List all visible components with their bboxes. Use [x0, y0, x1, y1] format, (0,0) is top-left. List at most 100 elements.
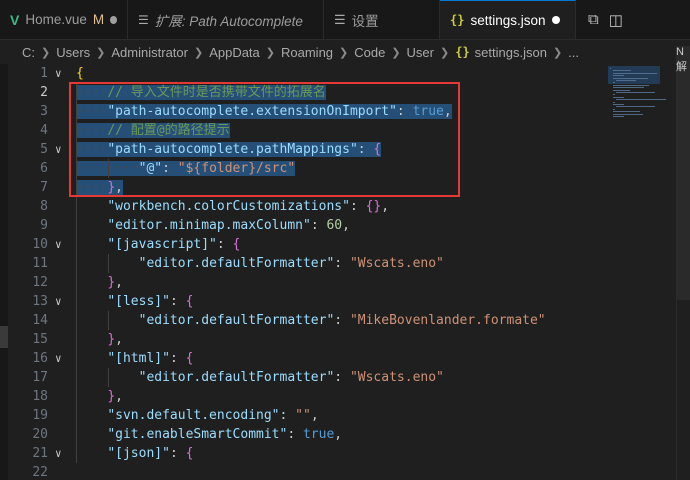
code-content: "workbench.colorCustomizations": {}, [76, 197, 389, 216]
code-token: "MikeBovenlander.formate" [349, 313, 546, 328]
code-token: : [310, 218, 327, 233]
chevron-right-icon: ❯ [193, 46, 204, 59]
code-token: : [169, 446, 186, 461]
code-token: "workbench.colorCustomizations" [107, 199, 350, 214]
code-token: "${folder}/src" [177, 161, 296, 176]
line-number: 1 [40, 66, 48, 81]
code-content: "[json]": { [76, 444, 193, 463]
fold-chevron-icon[interactable]: ∨ [55, 235, 62, 254]
code-token: , [342, 218, 350, 233]
fold-chevron-icon[interactable]: ∨ [55, 292, 62, 311]
fold-chevron-icon[interactable]: ∨ [55, 349, 62, 368]
code-token: , [115, 275, 123, 290]
breadcrumb-segment[interactable]: Roaming [281, 45, 333, 60]
minimap-line [613, 82, 615, 84]
tab-extension-path-autocomplete[interactable]: ☰ 扩展: Path Autocomplete [128, 0, 324, 39]
indent-whitespace: ···· [76, 104, 108, 119]
line-number: 7 [40, 180, 48, 195]
vue-file-icon: V [10, 11, 20, 28]
minimap-line [616, 106, 655, 108]
line-number: 20 [32, 427, 48, 442]
breadcrumb-segment[interactable]: Administrator [111, 45, 188, 60]
minimap[interactable] [600, 64, 676, 480]
line-number: 5 [40, 142, 48, 157]
code-token: true [302, 427, 335, 442]
tab-home-vue[interactable]: V Home.vue M [0, 0, 128, 39]
modified-indicator: M [92, 12, 105, 27]
code-line[interactable]: 2 ····// 导入文件时是否携带文件的拓展名 [0, 83, 600, 102]
breadcrumb-ellipsis[interactable]: ... [568, 45, 579, 60]
code-line[interactable]: 16 ∨ "[html]": { [0, 349, 600, 368]
breadcrumb-segment[interactable]: AppData [209, 45, 260, 60]
breadcrumb-segment[interactable]: Users [56, 45, 90, 60]
code-line[interactable]: 14 "editor.defaultFormatter": "MikeBoven… [0, 311, 600, 330]
line-number: 18 [32, 389, 48, 404]
code-token: { [185, 351, 194, 366]
code-token: // 导入文件时是否携带文件的拓展名 [107, 85, 326, 100]
breadcrumb-segment[interactable]: Code [354, 45, 385, 60]
line-number: 15 [32, 332, 48, 347]
minimap-line [613, 89, 630, 91]
code-editor[interactable]: 1 ∨ {2 ····// 导入文件时是否携带文件的拓展名 3 ····"path-aut… [0, 64, 690, 480]
code-line[interactable]: 4 ····// 配置@的路径提示 [0, 121, 600, 140]
code-token: : [279, 408, 296, 423]
breadcrumb-file[interactable]: settings.json [475, 45, 547, 60]
code-line[interactable]: 3 ····"path-autocomplete.extensionOnImpor… [0, 102, 600, 121]
code-content: "svn.default.encoding": "", [76, 406, 318, 425]
minimap-line [613, 113, 643, 115]
code-line[interactable]: 5 ∨ ····"path-autocomplete.pathMappings": … [0, 140, 600, 159]
code-line[interactable]: 15 }, [0, 330, 600, 349]
code-token: , [115, 389, 123, 404]
code-line[interactable]: 8 "workbench.colorCustomizations": {}, [0, 197, 600, 216]
chevron-right-icon: ❯ [391, 46, 401, 59]
editor-actions: ⧉ ◫ [576, 0, 623, 39]
code-token: } [107, 389, 116, 404]
code-line[interactable]: 1 ∨ { [0, 64, 600, 83]
code-content: ····"path-autocomplete.extensionOnImport… [76, 102, 452, 121]
line-number: 16 [32, 351, 48, 366]
chevron-right-icon: ❯ [41, 46, 51, 59]
code-content: ····"path-autocomplete.pathMappings": { [76, 140, 382, 159]
minimap-line [613, 77, 648, 79]
open-settings-ui-icon[interactable]: ⧉ [588, 11, 599, 28]
breadcrumb-segment[interactable]: User [407, 45, 434, 60]
code-line[interactable]: 11 "editor.defaultFormatter": "Wscats.en… [0, 254, 600, 273]
code-line[interactable]: 12 }, [0, 273, 600, 292]
minimap-line [613, 87, 644, 89]
side-notification: N解 [676, 46, 690, 300]
code-line[interactable]: 7 ····}, [0, 178, 600, 197]
minimap-line [613, 94, 615, 96]
chevron-right-icon: ❯ [265, 46, 275, 59]
fold-chevron-icon[interactable]: ∨ [55, 444, 62, 463]
code-line[interactable]: 9 "editor.minimap.maxColumn": 60, [0, 216, 600, 235]
fold-chevron-icon[interactable]: ∨ [55, 140, 62, 159]
code-token: "Wscats.eno" [349, 256, 444, 271]
tab-settings[interactable]: ☰ 设置 [324, 0, 440, 39]
code-token: : [334, 370, 350, 385]
breadcrumb-segment[interactable]: C: [22, 45, 35, 60]
unsaved-dot-icon[interactable] [110, 15, 117, 24]
code-line[interactable]: 22 [0, 463, 600, 480]
code-line[interactable]: 18 }, [0, 387, 600, 406]
code-line[interactable]: 10 ∨ "[javascript]": { [0, 235, 600, 254]
chevron-right-icon: ❯ [96, 46, 106, 59]
breadcrumb: C: ❯ Users ❯ Administrator ❯ AppData ❯ Roami… [0, 40, 690, 64]
unsaved-dot-icon[interactable] [551, 16, 560, 24]
indent-guide [108, 311, 109, 330]
minimap-line [616, 99, 666, 101]
fold-chevron-icon[interactable]: ∨ [55, 64, 62, 83]
indent-whitespace: ···· [76, 123, 108, 138]
code-line[interactable]: 17 "editor.defaultFormatter": "Wscats.en… [0, 368, 600, 387]
code-line[interactable]: 20 "git.enableSmartCommit": true, [0, 425, 600, 444]
chevron-right-icon: ❯ [440, 46, 450, 59]
split-editor-icon[interactable]: ◫ [609, 11, 623, 29]
tab-settings-json[interactable]: {} settings.json [440, 0, 576, 39]
code-line[interactable]: 21 ∨ "[json]": { [0, 444, 600, 463]
code-line[interactable]: 19 "svn.default.encoding": "", [0, 406, 600, 425]
code-line[interactable]: 13 ∨ "[less]": { [0, 292, 600, 311]
code-token: { [373, 142, 382, 157]
code-token: "@" [138, 161, 163, 176]
line-number: 22 [32, 465, 48, 480]
code-line[interactable]: 6········"@": "${folder}/src" [0, 159, 600, 178]
